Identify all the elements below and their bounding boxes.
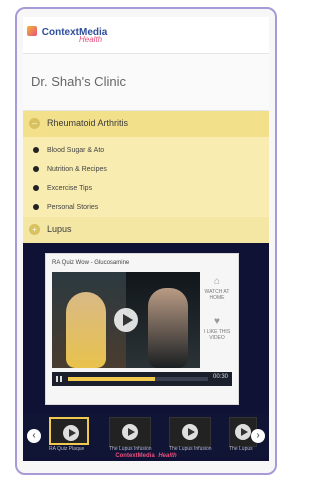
footer-brand-sub: Health	[158, 453, 177, 459]
like-video-button[interactable]: ♥ I LIKE THIS VIDEO	[202, 316, 232, 341]
brand-subtitle: Health	[79, 35, 103, 44]
clinic-header: Dr. Shah's Clinic	[23, 53, 269, 111]
logo-mark-icon	[27, 26, 37, 36]
video-time: 00:30	[212, 374, 228, 380]
house-icon: ⌂	[213, 276, 221, 287]
watch-at-home-label: WATCH AT HOME	[204, 289, 230, 301]
minus-circle-icon: –	[29, 118, 40, 129]
video-person-right	[148, 288, 188, 368]
play-icon	[63, 425, 79, 441]
footer-brand-name: ContextMedia	[115, 453, 155, 459]
list-item[interactable]: Personal Stories	[33, 204, 98, 211]
heart-icon: ♥	[214, 316, 220, 327]
list-item[interactable]: Blood Sugar & Ato	[33, 147, 104, 154]
play-icon	[235, 424, 251, 440]
list-item[interactable]: Nutrition & Recipes	[33, 166, 107, 173]
thumbnail-label: The Lupus Infusion	[169, 446, 212, 452]
list-item-label: Nutrition & Recipes	[46, 166, 107, 173]
thumbnail-label: The Lupus	[229, 446, 253, 452]
list-item-label: Personal Stories	[46, 204, 99, 211]
thumbnail-strip: ‹ RA Quiz Plaque The Lupus Infusion The …	[23, 415, 269, 457]
thumbnail-label: The Lupus Infusion	[109, 446, 152, 452]
video-card: RA Quiz Wow - Glucosamine ⌂ WATCH AT HOM…	[45, 253, 239, 405]
thumbnail[interactable]	[169, 417, 211, 447]
list-item[interactable]: Excercise Tips	[33, 185, 92, 192]
thumbnail-label: RA Quiz Plaque	[49, 446, 85, 452]
video-controls: 00:30	[52, 372, 232, 386]
chevron-left-icon[interactable]: ‹	[27, 429, 41, 443]
video-player-area: RA Quiz Wow - Glucosamine ⌂ WATCH AT HOM…	[23, 243, 269, 461]
play-icon	[182, 424, 198, 440]
accordion-body: Blood Sugar & Ato Nutrition & Recipes Ex…	[23, 137, 269, 217]
play-icon	[122, 424, 138, 440]
play-icon[interactable]	[114, 308, 138, 332]
plus-circle-icon: +	[29, 224, 40, 235]
thumbnail[interactable]	[109, 417, 151, 447]
thumbnail[interactable]	[49, 417, 89, 445]
video-title: RA Quiz Wow - Glucosamine	[52, 260, 130, 266]
video-person-left	[66, 292, 106, 368]
progress-bar[interactable]	[68, 377, 208, 381]
bullet-icon	[33, 185, 39, 191]
tablet-frame: ContextMedia Health Dr. Shah's Clinic – …	[15, 7, 277, 475]
like-video-label: I LIKE THIS VIDEO	[203, 329, 231, 341]
accordion-title: Lupus	[47, 224, 72, 234]
accordion-title: Rheumatoid Arthritis	[47, 118, 129, 128]
bullet-icon	[33, 147, 39, 153]
bullet-icon	[33, 166, 39, 172]
header: ContextMedia Health	[23, 17, 269, 53]
accordion-lupus[interactable]: + Lupus	[23, 217, 269, 243]
progress-fill	[68, 377, 155, 381]
pause-icon[interactable]	[56, 376, 62, 382]
bullet-icon	[33, 204, 39, 210]
page-title: Dr. Shah's Clinic	[31, 74, 126, 89]
list-item-label: Excercise Tips	[46, 185, 93, 192]
screen: ContextMedia Health Dr. Shah's Clinic – …	[23, 17, 269, 463]
watch-at-home-button[interactable]: ⌂ WATCH AT HOME	[202, 276, 232, 301]
video-frame[interactable]	[52, 272, 200, 368]
chevron-right-icon[interactable]: ›	[251, 429, 265, 443]
list-item-label: Blood Sugar & Ato	[46, 147, 105, 154]
video-side-actions: ⌂ WATCH AT HOME ♥ I LIKE THIS VIDEO	[202, 272, 232, 368]
footer-brand: ContextMedia Health	[23, 453, 269, 459]
accordion-rheumatoid-arthritis[interactable]: – Rheumatoid Arthritis	[23, 111, 269, 137]
